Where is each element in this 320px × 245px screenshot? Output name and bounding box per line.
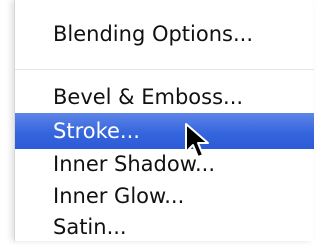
menu-item-bevel-emboss[interactable]: Bevel & Emboss...	[15, 79, 314, 115]
menu-item-stroke[interactable]: Stroke...	[15, 113, 314, 149]
layer-style-menu: Blending Options... Bevel & Emboss... St…	[14, 0, 314, 241]
menu-item-blending-options[interactable]: Blending Options...	[15, 16, 314, 52]
menu-separator	[15, 69, 314, 70]
menu-item-satin[interactable]: Satin...	[15, 209, 314, 245]
menu-item-inner-shadow[interactable]: Inner Shadow...	[15, 146, 314, 182]
